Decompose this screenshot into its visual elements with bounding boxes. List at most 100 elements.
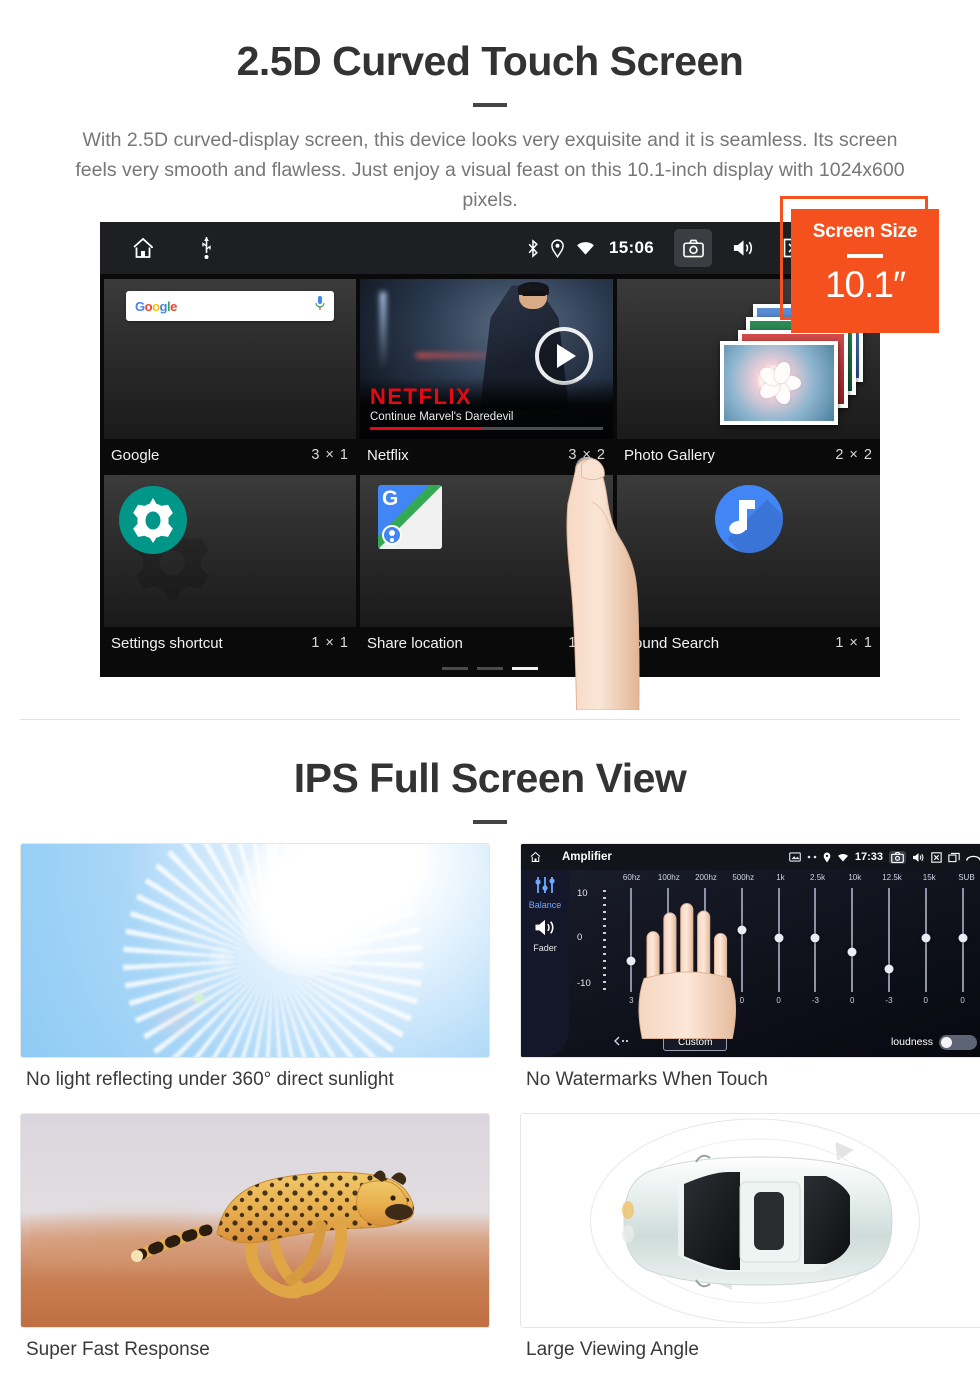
feature-image-car bbox=[520, 1113, 980, 1328]
google-search-box[interactable]: Google bbox=[126, 291, 334, 321]
eq-value: 0 bbox=[776, 996, 781, 1005]
blossom-flower bbox=[756, 359, 802, 407]
widget-picker-grid: Google Google 3 × 1 NETFLIX Continue Mar… bbox=[100, 274, 880, 677]
fader-label[interactable]: Fader bbox=[521, 943, 569, 953]
eq-slider bbox=[944, 888, 980, 992]
eq-value: -3 bbox=[811, 996, 819, 1005]
feature-row-1: No light reflecting under 360° direct su… bbox=[20, 843, 980, 1091]
widget-row-2: Settings shortcut 1 × 1 G Share location… bbox=[104, 475, 880, 659]
back-icon[interactable] bbox=[966, 852, 980, 863]
equalizer-panel: Balance Fader 60hz 100hz 200hz 500hz 1k … bbox=[521, 870, 980, 1057]
widget-caption: Netflix 3 × 2 bbox=[360, 439, 613, 471]
hand-illustration bbox=[638, 903, 736, 1039]
netflix-info: NETFLIX Continue Marvel's Daredevil bbox=[360, 378, 613, 439]
google-maps-widget[interactable]: G bbox=[360, 475, 613, 627]
settings-gear-widget[interactable] bbox=[104, 475, 356, 627]
balance-label[interactable]: Balance bbox=[521, 900, 569, 910]
loudness-toggle[interactable] bbox=[939, 1034, 977, 1050]
amplifier-title: Amplifier bbox=[562, 851, 612, 863]
usb-icon[interactable] bbox=[200, 237, 213, 259]
eq-knob[interactable] bbox=[958, 933, 968, 943]
recent-apps-icon[interactable] bbox=[948, 852, 960, 863]
feature-caption: Super Fast Response bbox=[26, 1339, 210, 1360]
maps-icon[interactable]: G bbox=[378, 485, 442, 549]
widget-size: 1 × 1 bbox=[568, 635, 606, 651]
music-note-icon[interactable] bbox=[714, 485, 783, 553]
band-label: 60hz bbox=[622, 873, 641, 882]
feature-image-sky bbox=[20, 843, 490, 1058]
eq-slider bbox=[871, 888, 908, 992]
balance-icon[interactable] bbox=[521, 876, 569, 899]
badge-divider bbox=[847, 254, 883, 258]
eq-knob[interactable] bbox=[884, 964, 894, 974]
play-button-icon[interactable] bbox=[534, 327, 593, 385]
netflix-widget[interactable]: NETFLIX Continue Marvel's Daredevil bbox=[360, 279, 613, 439]
home-icon[interactable] bbox=[130, 236, 156, 260]
status-bar: 15:06 bbox=[100, 222, 880, 274]
camera-icon[interactable] bbox=[674, 229, 712, 267]
loudness-label: loudness bbox=[890, 1036, 933, 1048]
page-dot[interactable] bbox=[477, 667, 503, 670]
maps-g-glyph: G bbox=[382, 487, 399, 510]
eq-knob[interactable] bbox=[921, 933, 931, 943]
band-label: 15k bbox=[922, 873, 936, 882]
camera-icon[interactable] bbox=[889, 850, 906, 864]
widget-caption: Photo Gallery 2 × 2 bbox=[617, 439, 880, 471]
widget-caption: Google 3 × 1 bbox=[104, 439, 356, 471]
widget-share-location[interactable]: G Share location 1 × 1 bbox=[360, 475, 613, 659]
band-label: 10k bbox=[848, 873, 862, 882]
speaker-icon[interactable] bbox=[724, 229, 762, 267]
widget-sound-search[interactable]: Sound Search 1 × 1 bbox=[617, 475, 880, 659]
feature-caption: No Watermarks When Touch bbox=[526, 1069, 768, 1090]
lens-flare bbox=[152, 1005, 199, 1036]
gear-icon[interactable] bbox=[118, 485, 188, 555]
widget-caption: Settings shortcut 1 × 1 bbox=[104, 627, 356, 659]
device-screen-mock: 15:06 Google Google 3 × 1 NETFLIX Contin… bbox=[100, 222, 880, 710]
scale-bottom: -10 bbox=[577, 978, 591, 989]
feature-row-2: Super Fast Response Large Viewing Angle bbox=[20, 1113, 980, 1361]
sound-search-widget[interactable] bbox=[617, 475, 880, 627]
band-label: 12.5k bbox=[882, 873, 902, 882]
title-underline bbox=[473, 103, 507, 107]
android-home-screen: 15:06 Google Google 3 × 1 NETFLIX Contin… bbox=[100, 222, 880, 677]
fader-icon[interactable] bbox=[521, 918, 569, 942]
eq-knob[interactable] bbox=[810, 933, 820, 943]
feature-fast-response: Super Fast Response bbox=[20, 1113, 490, 1361]
home-icon[interactable] bbox=[529, 851, 542, 863]
widget-settings-shortcut[interactable]: Settings shortcut 1 × 1 bbox=[104, 475, 356, 659]
eq-knob[interactable] bbox=[847, 947, 857, 957]
widget-name: Photo Gallery bbox=[624, 446, 715, 464]
eq-value: 0 bbox=[923, 996, 928, 1005]
wifi-icon bbox=[837, 853, 849, 862]
eq-slider bbox=[834, 888, 871, 992]
widget-name: Settings shortcut bbox=[111, 634, 223, 652]
gallery-icon[interactable] bbox=[788, 852, 801, 862]
more-icon[interactable] bbox=[807, 855, 817, 859]
widget-netflix[interactable]: NETFLIX Continue Marvel's Daredevil Netf… bbox=[360, 279, 613, 471]
widget-size: 1 × 1 bbox=[835, 635, 873, 651]
previous-preset-icon[interactable] bbox=[613, 1033, 629, 1051]
feature-image-cheetah bbox=[20, 1113, 490, 1328]
page-dot[interactable] bbox=[442, 667, 468, 670]
eq-slider bbox=[797, 888, 834, 992]
speaker-icon[interactable] bbox=[912, 852, 925, 863]
google-search-widget[interactable]: Google bbox=[104, 279, 356, 439]
progress-bar bbox=[370, 427, 603, 430]
feature-sunlight: No light reflecting under 360° direct su… bbox=[20, 843, 490, 1091]
widget-name: Netflix bbox=[367, 446, 409, 464]
loudness-control[interactable]: loudness bbox=[890, 1034, 977, 1050]
widget-size: 3 × 1 bbox=[311, 447, 349, 463]
widget-google[interactable]: Google Google 3 × 1 bbox=[104, 279, 356, 471]
close-box-icon[interactable] bbox=[931, 851, 942, 863]
feature-no-watermarks: Amplifier 17:33 Balance Fader 60hz 100hz… bbox=[520, 843, 980, 1091]
location-pin-icon bbox=[823, 852, 831, 863]
eq-knob[interactable] bbox=[774, 933, 784, 943]
eq-value: -3 bbox=[885, 996, 893, 1005]
page-dot-active[interactable] bbox=[512, 667, 538, 670]
band-label: 2.5k bbox=[810, 873, 826, 882]
eq-value: 0 bbox=[849, 996, 855, 1005]
feature-viewing-angle: Large Viewing Angle bbox=[520, 1113, 980, 1361]
google-logo: Google bbox=[135, 298, 177, 314]
mic-icon[interactable] bbox=[315, 296, 325, 316]
feature-caption: No light reflecting under 360° direct su… bbox=[26, 1069, 394, 1090]
